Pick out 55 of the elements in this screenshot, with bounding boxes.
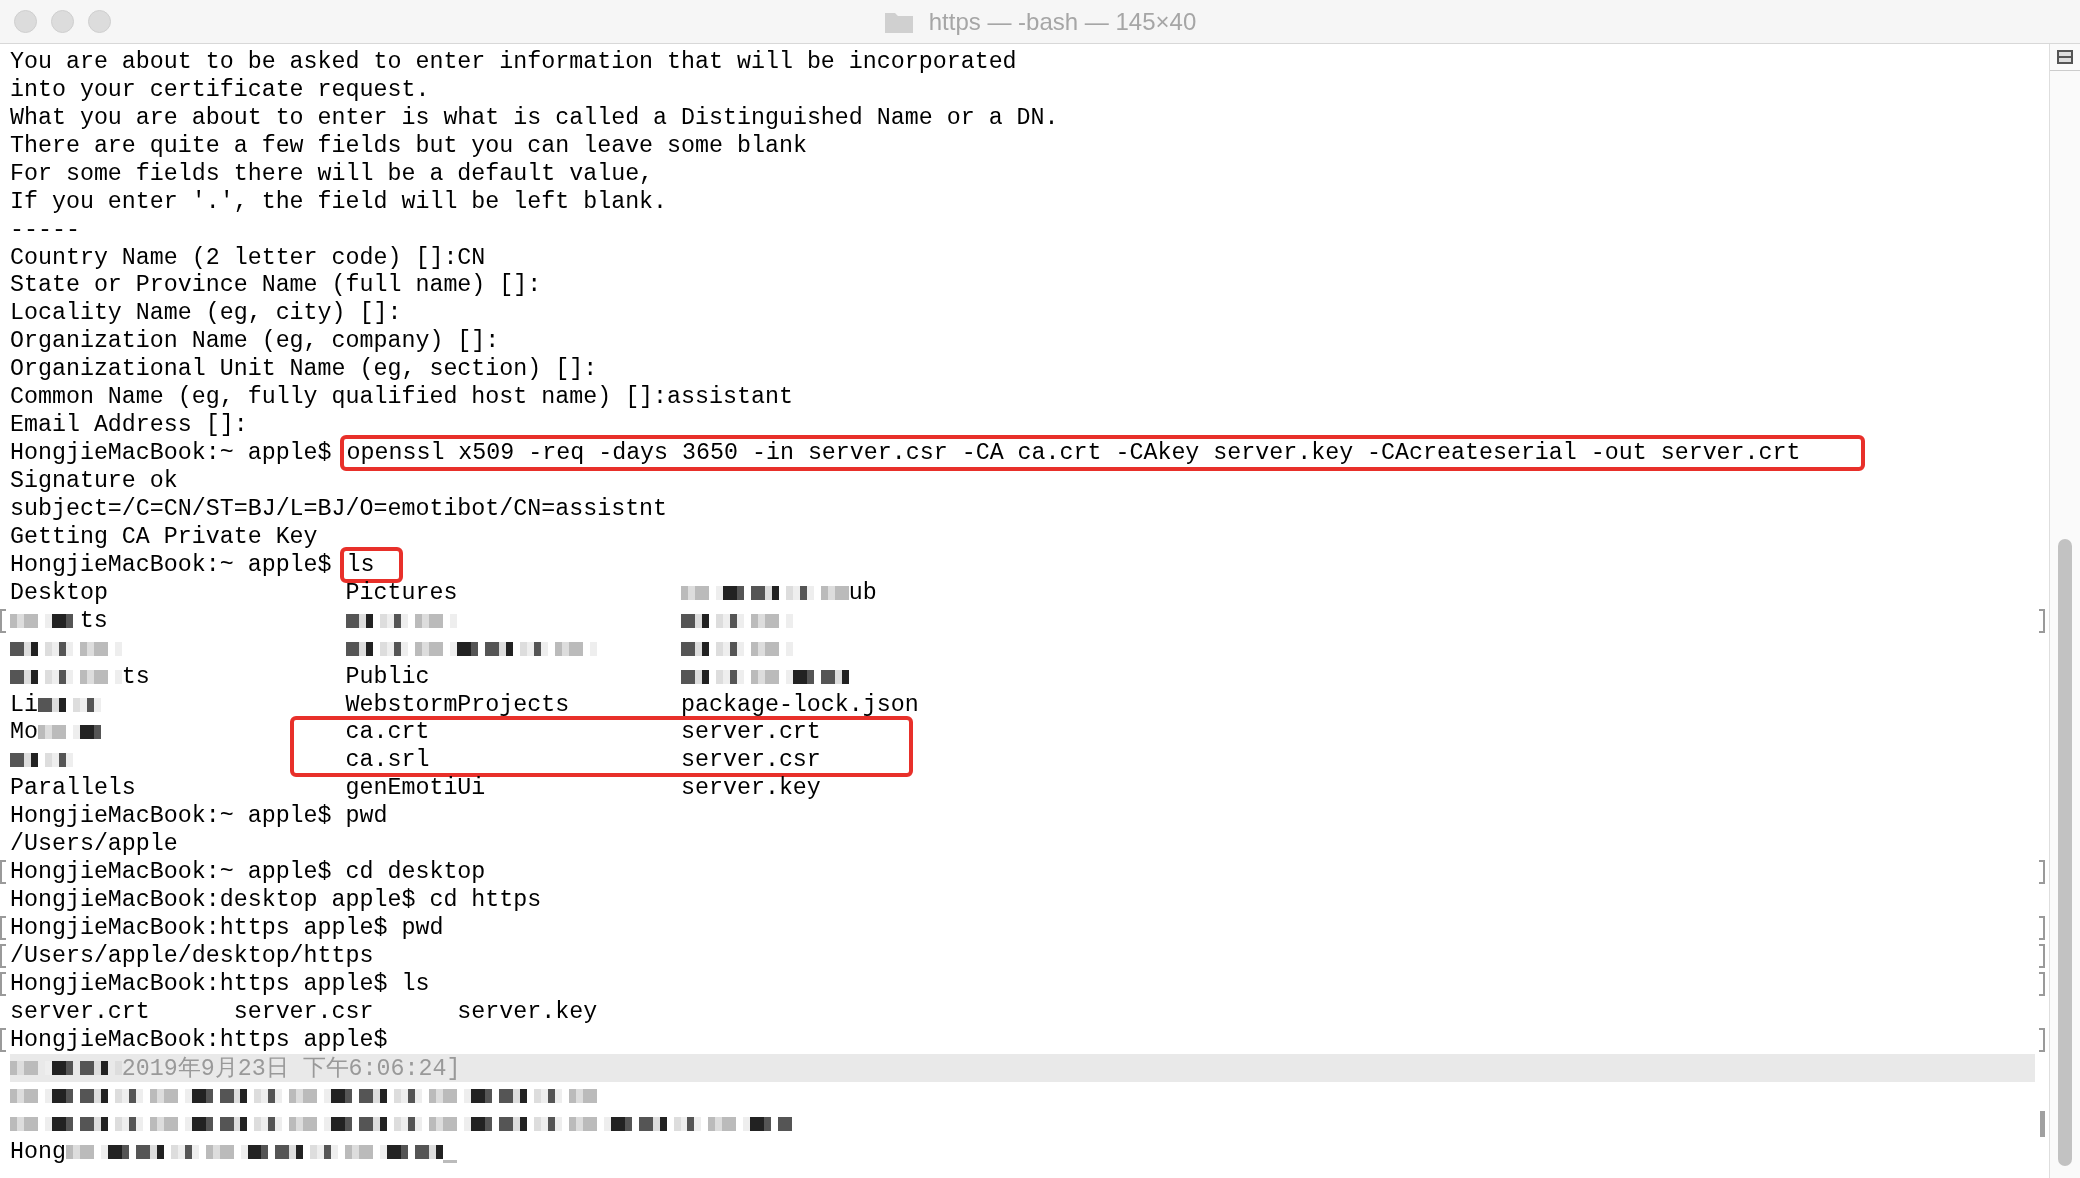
terminal-text: You are about to be asked to enter information that will be incorporated	[10, 48, 1017, 75]
terminal-text: HongjieMacBook:https apple$ pwd	[10, 915, 444, 942]
terminal-text: genEmotiUi	[345, 775, 486, 802]
terminal-text: Email Address []:	[10, 412, 248, 439]
window-title: https — -bash — 145×40	[928, 7, 1197, 36]
terminal-text: HongjieMacBook:~ apple$ cd desktop	[10, 859, 486, 886]
terminal-text: Pictures	[345, 579, 458, 606]
terminal-text: into your certificate request.	[10, 76, 430, 103]
zoom-button[interactable]	[88, 10, 111, 33]
terminal-text: ca.srl	[345, 747, 430, 774]
terminal-text: -----	[10, 216, 80, 243]
terminal-text: Common Name (eg, fully qualified host name) []:assistant	[10, 384, 793, 411]
terminal-text: If you enter '.', the field will be left blank.	[10, 188, 668, 215]
command-text: ls	[346, 551, 375, 578]
terminal-text: Locality Name (eg, city) []:	[10, 300, 402, 327]
terminal-text: server.crt	[681, 719, 821, 746]
terminal-text: Desktop	[10, 579, 108, 606]
terminal-text: What you are about to enter is what is called a Distinguished Name or a DN.	[10, 104, 1059, 131]
terminal-text: HongjieMacBook:~ apple$ pwd	[10, 803, 388, 830]
terminal-text: There are quite a few fields but you can leave some blank	[10, 132, 807, 159]
terminal-text: HongjieMacBook:~ apple$	[10, 440, 333, 467]
terminal-text: Mo	[10, 719, 38, 746]
terminal-text: Country Name (2 letter code) []:CN	[10, 244, 486, 271]
terminal-text: WebstormProjects	[345, 691, 570, 718]
scrollbar-thumb[interactable]	[2058, 539, 2072, 1166]
terminal-text: /Users/apple	[10, 831, 178, 858]
terminal-text: 2019年9月23日 下午6:06:24]	[121, 1055, 461, 1084]
terminal-text: ts	[121, 663, 150, 690]
terminal-text: State or Province Name (full name) []:	[10, 272, 542, 299]
terminal-text: HongjieMacBook:desktop apple$ cd https	[10, 887, 542, 914]
terminal-text: Hong	[10, 1138, 66, 1165]
terminal-text: Organizational Unit Name (eg, section) []:	[10, 356, 598, 383]
terminal-text: Parallels	[10, 775, 136, 802]
terminal-text: subject=/C=CN/ST=BJ/L=BJ/O=emotibot/CN=assistnt	[10, 495, 668, 522]
terminal-text: HongjieMacBook:https apple$ ls	[10, 970, 430, 997]
close-button[interactable]	[14, 10, 37, 33]
terminal-text: ca.crt	[345, 719, 430, 746]
command-text: openssl x509 -req -days 3650 -in server.csr -CA ca.crt -CAkey server.key -CAcreateserial -out server.crt	[346, 440, 1801, 467]
terminal-text: server.crt server.csr server.key	[10, 998, 598, 1025]
terminal-text: HongjieMacBook:https apple$	[10, 1026, 388, 1053]
terminal-text: Li	[10, 691, 38, 718]
terminal-text: HongjieMacBook:~ apple$	[10, 551, 333, 578]
terminal-text: server.key	[681, 775, 821, 802]
cursor-icon	[443, 1159, 458, 1163]
terminal-text: For some fields there will be a default value,	[10, 160, 654, 187]
terminal-text: Organization Name (eg, company) []:	[10, 328, 500, 355]
terminal-text: server.csr	[681, 747, 821, 774]
terminal-text: Getting CA Private Key	[10, 523, 318, 550]
terminal-text: package-lock.json	[681, 691, 919, 718]
minimize-button[interactable]	[51, 10, 74, 33]
terminal-text: ts	[79, 607, 108, 634]
terminal-text: Public	[345, 663, 430, 690]
terminal-text: Signature ok	[10, 468, 178, 495]
terminal-text: /Users/apple/desktop/https	[10, 942, 374, 969]
terminal-text: ub	[848, 579, 877, 606]
